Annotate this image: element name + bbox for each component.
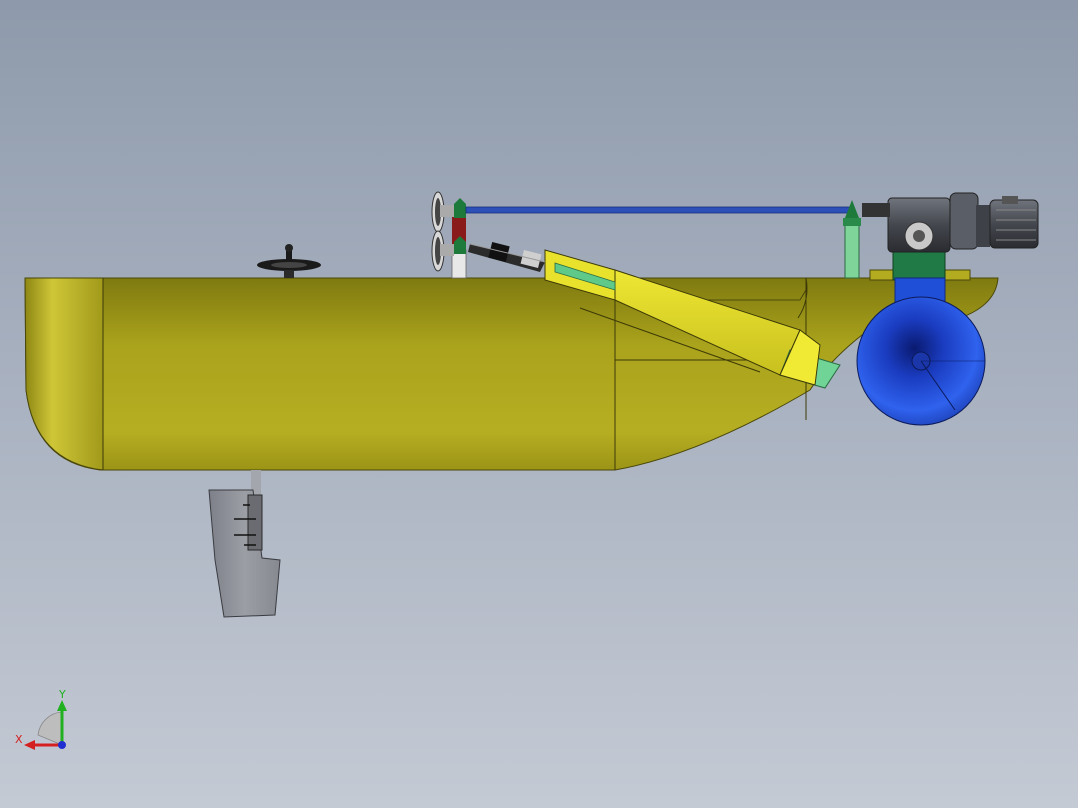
hull-bow: [24, 277, 104, 471]
gear-motor[interactable]: [862, 192, 1039, 281]
coordinate-triad: [24, 700, 67, 750]
rudder[interactable]: [208, 470, 281, 618]
z-axis-dot: [58, 741, 66, 749]
hull[interactable]: [24, 277, 999, 471]
main-drive-shaft[interactable]: [465, 206, 851, 214]
drive-shaft-ujoint[interactable]: [468, 242, 546, 272]
x-axis-label: X: [15, 733, 23, 746]
sprocket-assembly[interactable]: [431, 191, 467, 279]
graphics-viewport[interactable]: Y X: [0, 0, 1078, 808]
y-axis-label: Y: [59, 688, 66, 701]
handwheel[interactable]: [257, 244, 321, 278]
boat-model[interactable]: [0, 0, 1078, 808]
